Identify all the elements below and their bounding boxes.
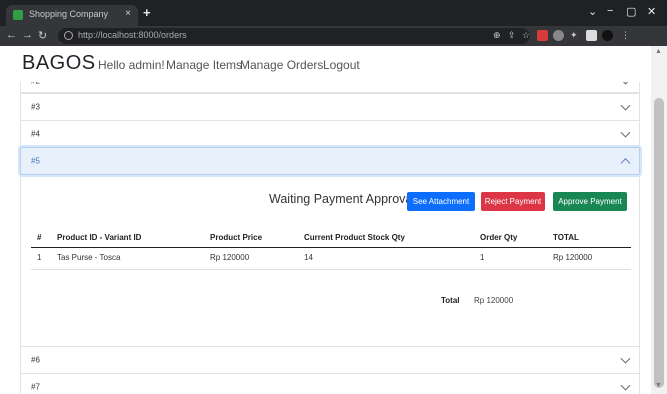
- info-icon[interactable]: [64, 31, 73, 40]
- order-accordion-item[interactable]: #4: [20, 120, 640, 148]
- total-label: Total: [441, 296, 460, 305]
- total-value: Rp 120000: [474, 296, 514, 305]
- table-cell: 14: [304, 253, 313, 262]
- page-viewport: #2 #3 #4 #5 Waiting Payment Approval See…: [0, 46, 651, 394]
- order-number: #7: [31, 382, 40, 392]
- nav-manage-items[interactable]: Manage Items: [166, 58, 242, 72]
- forward-arrow-icon[interactable]: →: [22, 29, 33, 41]
- chevron-down-icon: [620, 100, 631, 111]
- minimize-button[interactable]: −: [607, 5, 613, 17]
- order-number: #6: [31, 355, 40, 365]
- browser-tab[interactable]: Shopping Company ×: [6, 5, 138, 26]
- accordion-header[interactable]: #4: [21, 121, 639, 147]
- browser-tab-bar: Shopping Company × + ⌄ − ▢ ✕: [0, 0, 667, 26]
- page-scrollbar[interactable]: ▲ ▼: [651, 46, 667, 394]
- new-tab-button[interactable]: +: [143, 5, 151, 20]
- table-cell: 1: [37, 253, 42, 262]
- sidebar-icon[interactable]: [586, 30, 597, 41]
- url-text: http://localhost:8000/orders: [78, 30, 187, 40]
- order-accordion-item-expanded[interactable]: #5: [20, 147, 640, 175]
- scroll-down-arrow-icon[interactable]: ▼: [655, 382, 662, 389]
- reload-icon[interactable]: ↻: [38, 29, 47, 42]
- table-divider: [31, 247, 631, 248]
- column-header: Product Price: [210, 233, 263, 242]
- nav-manage-orders[interactable]: Manage Orders: [240, 58, 323, 72]
- table-cell: Rp 120000: [210, 253, 250, 262]
- order-accordion-item[interactable]: #6: [20, 346, 640, 374]
- extensions-puzzle-icon[interactable]: ✦: [570, 30, 578, 41]
- payment-status: Waiting Payment Approval: [269, 192, 416, 206]
- chevron-down-icon: [620, 353, 631, 364]
- nav-logout[interactable]: Logout: [323, 58, 360, 72]
- tab-close-icon[interactable]: ×: [125, 8, 131, 19]
- browser-toolbar: ← → ↻ http://localhost:8000/orders ⊕ ⇪ ☆…: [0, 26, 667, 46]
- top-navbar: BAGOS Hello admin! Manage Items Manage O…: [0, 46, 651, 82]
- order-accordion-item[interactable]: #7: [20, 373, 640, 394]
- share-icon[interactable]: ⇪: [508, 30, 516, 41]
- order-accordion-item[interactable]: #3: [20, 93, 640, 121]
- accordion-header[interactable]: #7: [21, 374, 639, 394]
- close-window-button[interactable]: ✕: [647, 5, 656, 18]
- extension-icon[interactable]: [553, 30, 564, 41]
- address-bar[interactable]: http://localhost:8000/orders ⊕ ⇪ ☆: [58, 28, 530, 44]
- chevron-down-icon: [620, 380, 631, 391]
- profile-avatar[interactable]: [602, 30, 613, 41]
- menu-dots-icon[interactable]: ⋮: [621, 30, 630, 41]
- extension-icon[interactable]: [537, 30, 548, 41]
- order-number: #3: [31, 102, 40, 112]
- chevron-down-icon: [620, 127, 631, 138]
- favicon-icon: [13, 10, 23, 20]
- reject-payment-button[interactable]: Reject Payment: [481, 192, 545, 211]
- accordion-header[interactable]: #6: [21, 347, 639, 373]
- zoom-icon[interactable]: ⊕: [493, 30, 501, 41]
- column-header: Current Product Stock Qty: [304, 233, 405, 242]
- chevron-up-icon: [620, 158, 631, 169]
- brand-logo[interactable]: BAGOS: [22, 52, 96, 75]
- back-arrow-icon[interactable]: ←: [6, 29, 17, 41]
- table-cell: Tas Purse - Tosca: [57, 253, 121, 262]
- column-header: Product ID - Variant ID: [57, 233, 142, 242]
- see-attachment-button[interactable]: See Attachment: [407, 192, 475, 211]
- column-header: TOTAL: [553, 233, 579, 242]
- table-cell: Rp 120000: [553, 253, 593, 262]
- table-row-divider: [31, 269, 631, 270]
- chevron-down-icon[interactable]: ⌄: [588, 5, 597, 18]
- scroll-up-arrow-icon[interactable]: ▲: [655, 48, 662, 55]
- maximize-button[interactable]: ▢: [626, 5, 636, 18]
- order-detail-panel: Waiting Payment Approval See Attachment …: [20, 176, 640, 346]
- accordion-header[interactable]: #3: [21, 94, 639, 120]
- bookmark-star-icon[interactable]: ☆: [522, 30, 530, 41]
- column-header: Order Qty: [480, 233, 518, 242]
- table-cell: 1: [480, 253, 485, 262]
- order-number: #5: [31, 156, 40, 166]
- order-number: #4: [31, 129, 40, 139]
- approve-payment-button[interactable]: Approve Payment: [553, 192, 627, 211]
- column-header: #: [37, 233, 42, 242]
- scroll-thumb[interactable]: [654, 98, 664, 388]
- greeting-text: Hello admin!: [98, 58, 165, 72]
- tab-title: Shopping Company: [29, 9, 109, 19]
